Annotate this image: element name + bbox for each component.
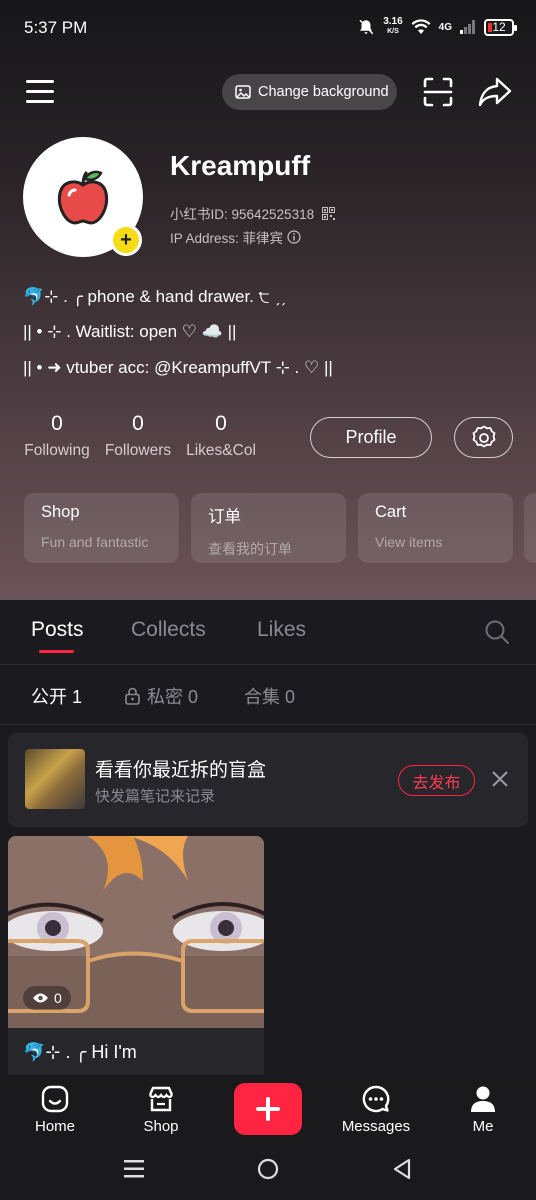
stat-following[interactable]: 0 Following	[17, 412, 97, 460]
service-title: Shop	[41, 503, 80, 521]
service-title: Cart	[375, 503, 407, 521]
bio-line: || • ⊹ . Waitlist: open ♡ ☁️ ||	[23, 322, 237, 341]
apple-icon	[57, 170, 109, 225]
subtab-collections[interactable]: 合集 0	[244, 683, 295, 709]
username: Kreampuff	[170, 150, 311, 181]
stat-followers[interactable]: 0 Followers	[98, 412, 178, 460]
service-card-shop[interactable]: Shop Fun and fantastic	[24, 493, 179, 563]
network-speed: 3.16 K/S	[383, 16, 403, 36]
back-icon[interactable]	[392, 1157, 412, 1181]
gear-icon	[472, 425, 495, 447]
service-card-cart[interactable]: Cart View items	[358, 493, 513, 563]
stat-value: 0	[51, 412, 63, 435]
nav-shop[interactable]: Shop	[121, 1084, 201, 1135]
home-icon	[41, 1085, 69, 1113]
service-title: 订单	[208, 508, 241, 526]
nav-me[interactable]: Me	[443, 1084, 523, 1135]
qr-code-icon[interactable]	[322, 206, 336, 220]
stat-label: Likes&Col	[186, 442, 256, 459]
service-subtitle: Fun and fantastic	[41, 534, 149, 550]
status-icons: 3.16 K/S 4G 12	[357, 16, 517, 37]
add-avatar-button[interactable]: +	[110, 224, 142, 256]
stat-value: 0	[215, 412, 227, 435]
banner-thumbnail	[25, 749, 85, 809]
recent-apps-icon[interactable]	[123, 1157, 145, 1181]
image-icon	[235, 85, 251, 99]
service-card-orders[interactable]: 订单 查看我的订单	[191, 493, 346, 563]
user-icon	[471, 1086, 495, 1112]
create-post-button[interactable]	[234, 1083, 302, 1135]
menu-icon[interactable]	[26, 80, 54, 104]
publish-button[interactable]: 去发布	[398, 765, 475, 796]
divider	[0, 664, 536, 665]
service-subtitle: View items	[375, 534, 443, 550]
ip-address: IP Address: 菲律宾	[170, 227, 301, 247]
service-subtitle: 查看我的订单	[208, 541, 292, 557]
wifi-icon	[411, 19, 431, 34]
search-icon[interactable]	[484, 619, 510, 645]
stat-likes-collects[interactable]: 0 Likes&Col	[181, 412, 261, 460]
chat-bubble-icon	[362, 1085, 390, 1113]
status-time: 5:37 PM	[24, 18, 88, 37]
divider	[0, 724, 536, 725]
blind-box-prompt-banner[interactable]: 看看你最近拆的盲盒 快发篇笔记来记录 去发布	[8, 733, 528, 827]
nav-messages[interactable]: Messages	[336, 1084, 416, 1135]
banner-subtitle: 快发篇笔记来记录	[95, 788, 216, 805]
network-type: 4G	[438, 21, 452, 33]
tab-likes[interactable]: Likes	[257, 618, 306, 642]
scan-icon[interactable]	[422, 76, 454, 108]
view-count: 0	[23, 986, 71, 1010]
plus-icon	[256, 1097, 280, 1121]
subtab-public[interactable]: 公开 1	[31, 683, 82, 709]
active-tab-indicator	[39, 650, 74, 653]
edit-profile-button[interactable]: Profile	[310, 417, 432, 458]
post-card[interactable]: 0 🐬⊹ . ╭ Hi I'm	[8, 836, 264, 1076]
share-icon[interactable]	[478, 76, 512, 108]
bio-line: || • ➜ vtuber acc: @KreampuffVT ⊹ . ♡ ||	[23, 358, 333, 377]
change-background-label: Change background	[258, 84, 389, 100]
service-card-more[interactable]	[524, 493, 536, 563]
stat-label: Followers	[104, 442, 172, 459]
signal-icon	[460, 20, 475, 34]
stat-label: Following	[24, 442, 90, 459]
nav-home[interactable]: Home	[15, 1084, 95, 1135]
banner-title: 看看你最近拆的盲盒	[95, 760, 267, 781]
home-circle-icon[interactable]	[257, 1157, 279, 1181]
tab-posts[interactable]: Posts	[31, 618, 84, 642]
change-background-button[interactable]: Change background	[222, 74, 397, 110]
bio-line: 🐬⊹ . ╭ phone & hand drawer. ੮ ˏˏ	[23, 287, 286, 306]
settings-button[interactable]	[454, 417, 513, 458]
battery-icon: 12	[484, 18, 517, 36]
subtab-private[interactable]: 私密 0	[124, 683, 198, 709]
mute-bell-icon	[359, 19, 374, 35]
post-title: 🐬⊹ . ╭ Hi I'm	[23, 1042, 137, 1062]
store-icon	[148, 1086, 174, 1112]
tab-collects[interactable]: Collects	[131, 618, 206, 642]
info-icon[interactable]	[287, 230, 301, 244]
user-id[interactable]: 小红书ID: 95642525318	[170, 203, 336, 223]
close-icon[interactable]	[490, 769, 510, 789]
stat-value: 0	[132, 412, 144, 435]
eye-icon	[33, 993, 48, 1003]
lock-icon	[125, 687, 140, 705]
